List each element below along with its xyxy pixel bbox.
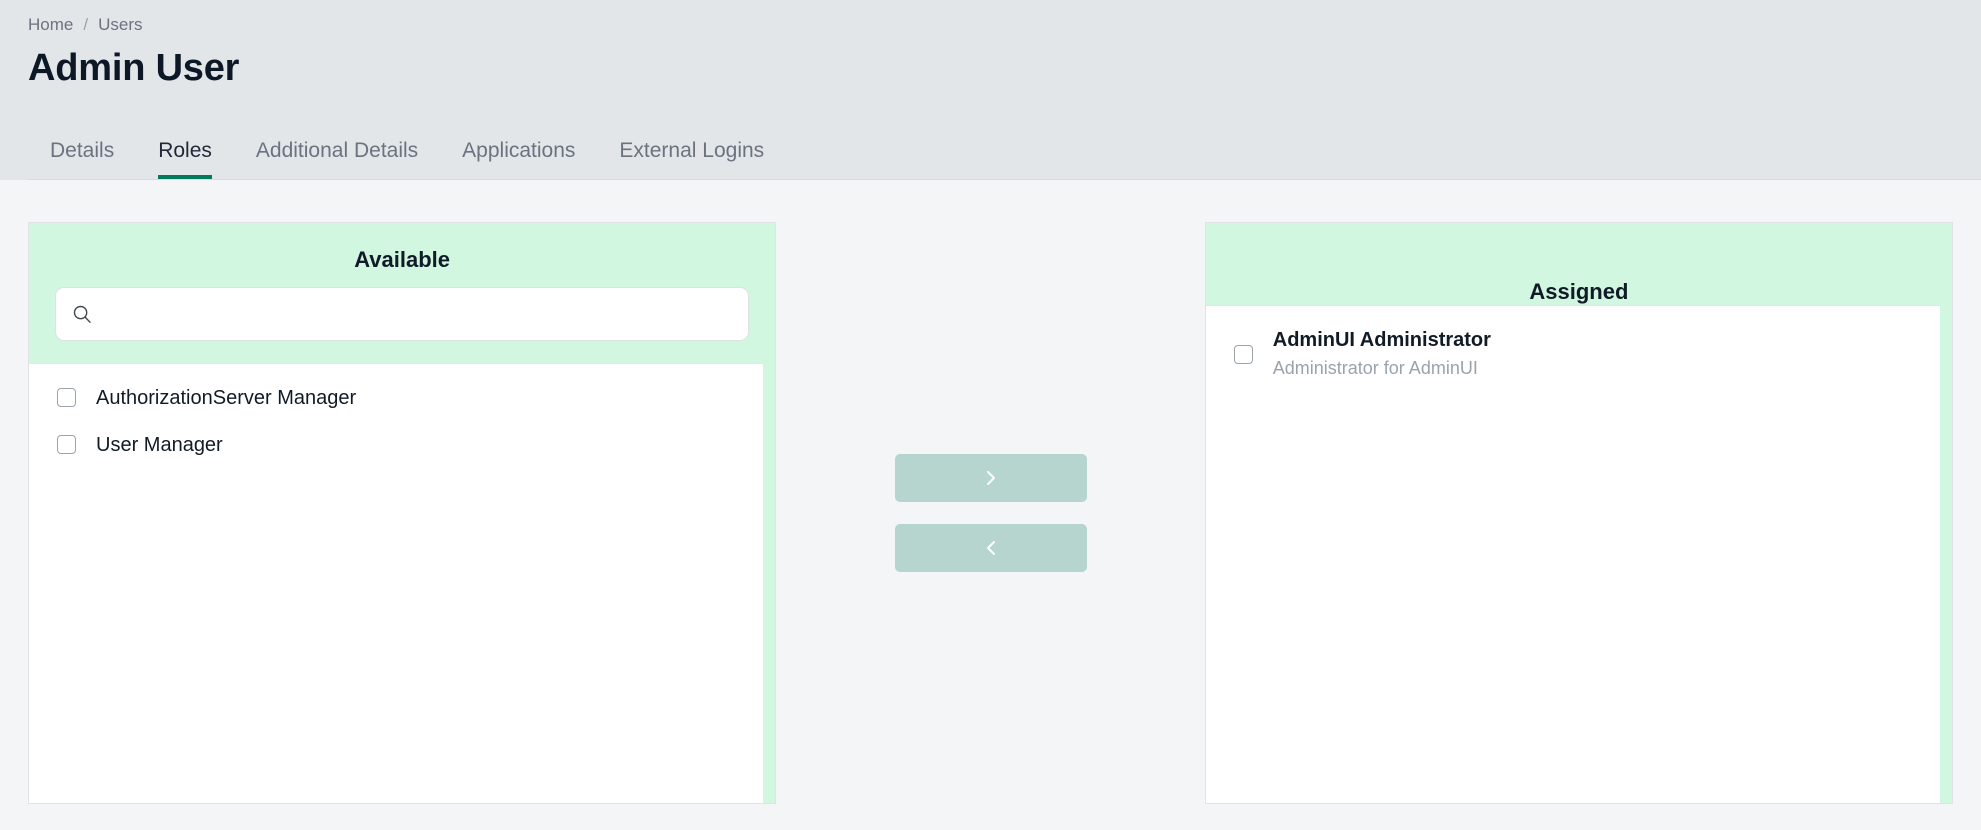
tab-applications[interactable]: Applications <box>440 127 597 180</box>
move-to-available-button[interactable] <box>894 524 1087 572</box>
checkbox[interactable] <box>57 435 76 454</box>
assigned-panel: Assigned AdminUI Administrator Administr… <box>1204 222 1954 804</box>
available-panel-title: Available <box>354 247 451 272</box>
list-item-texts: AdminUI Administrator Administrator for … <box>1273 328 1491 380</box>
tab-roles[interactable]: Roles <box>136 127 234 181</box>
tab-external-logins[interactable]: External Logins <box>597 127 786 180</box>
breadcrumb-separator: / <box>83 15 89 34</box>
list-item-title: AdminUI Administrator <box>1272 329 1491 351</box>
available-list[interactable]: AuthorizationServer Manager User Manager <box>29 363 764 803</box>
list-item[interactable]: AdminUI Administrator Administrator for … <box>1206 328 1940 380</box>
list-item-title: User Manager <box>96 434 223 456</box>
search-icon <box>72 304 92 324</box>
list-item-texts: AuthorizationServer Manager <box>96 386 356 411</box>
page-header: Home / Users Admin User Details Roles Ad… <box>0 0 1981 181</box>
tab-additional-details[interactable]: Additional Details <box>234 127 440 180</box>
list-item[interactable]: User Manager <box>29 433 763 458</box>
assigned-list[interactable]: AdminUI Administrator Administrator for … <box>1205 305 1941 803</box>
breadcrumb-item-home[interactable]: Home <box>28 16 73 33</box>
available-panel: Available AuthorizationServer Manager Us… <box>28 222 777 804</box>
available-search-input[interactable] <box>102 288 733 340</box>
breadcrumb-item-users[interactable]: Users <box>98 16 142 33</box>
chevron-right-icon <box>980 467 1002 489</box>
chevron-left-icon <box>980 537 1002 559</box>
tab-details[interactable]: Details <box>28 127 136 180</box>
list-item-description: Administrator for AdminUI <box>1272 358 1478 378</box>
list-item-texts: User Manager <box>96 433 223 458</box>
available-search-wrapper <box>29 287 775 363</box>
assigned-panel-title: Assigned <box>1529 279 1629 304</box>
move-to-assigned-button[interactable] <box>894 454 1087 502</box>
checkbox[interactable] <box>1233 345 1253 365</box>
page-title: Admin User <box>28 47 240 89</box>
available-search-box[interactable] <box>55 287 750 341</box>
tab-bar: Details Roles Additional Details Applica… <box>28 127 1981 181</box>
list-item[interactable]: AuthorizationServer Manager <box>29 386 763 411</box>
roles-picklist: Available AuthorizationServer Manager Us… <box>0 180 1981 830</box>
breadcrumb: Home / Users <box>28 0 1953 33</box>
transfer-buttons <box>776 222 1205 804</box>
checkbox[interactable] <box>57 388 76 407</box>
list-item-title: AuthorizationServer Manager <box>96 387 357 409</box>
